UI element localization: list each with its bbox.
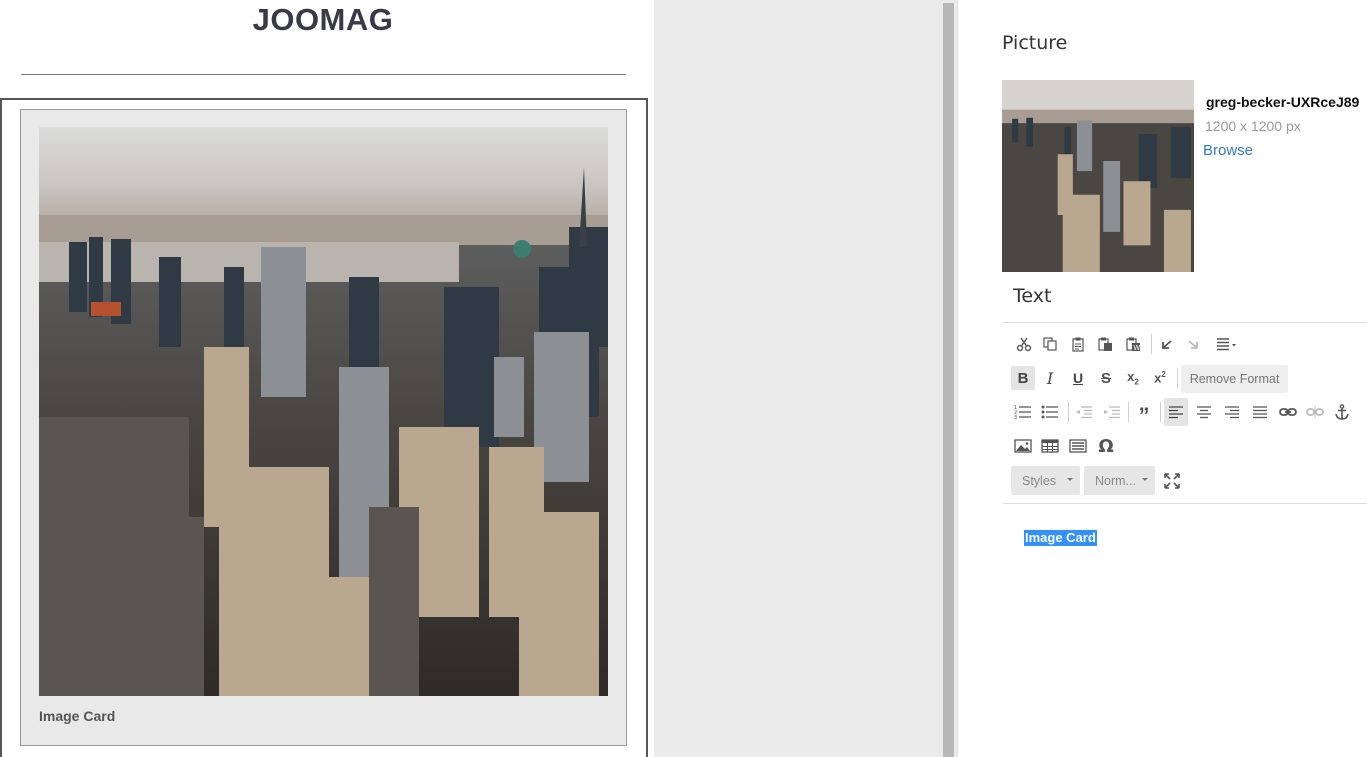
workspace-background [654, 0, 943, 757]
align-center-icon[interactable] [1192, 400, 1216, 424]
remove-format-button[interactable]: Remove Format [1181, 365, 1288, 393]
paste-word-icon[interactable]: W [1121, 332, 1145, 356]
bold-icon[interactable]: B [1011, 366, 1035, 390]
blockquote-icon[interactable]: ” [1132, 400, 1156, 427]
card-image[interactable] [39, 127, 608, 696]
anchor-icon[interactable] [1330, 400, 1354, 424]
redo-icon[interactable] [1182, 332, 1206, 356]
toolbar-separator [1068, 402, 1069, 422]
scrollbar-thumb[interactable] [943, 3, 954, 757]
align-menu-icon[interactable] [1212, 332, 1240, 356]
undo-icon[interactable] [1154, 332, 1178, 356]
paste-icon[interactable] [1066, 332, 1090, 356]
paste-text-icon[interactable] [1093, 332, 1117, 356]
editor-selected-text[interactable]: Image Card [1024, 530, 1097, 546]
italic-icon[interactable]: I [1038, 366, 1062, 390]
svg-text:W: W [1133, 344, 1140, 352]
bulleted-list-icon[interactable] [1038, 400, 1062, 424]
increase-indent-icon[interactable] [1100, 400, 1124, 424]
styles-dropdown[interactable]: Styles [1011, 466, 1080, 495]
link-icon[interactable] [1276, 400, 1300, 424]
browse-link[interactable]: Browse [1203, 142, 1253, 159]
superscript-icon[interactable]: x2 [1148, 366, 1172, 390]
toolbar-separator [1160, 402, 1161, 422]
unlink-icon[interactable] [1303, 400, 1327, 424]
toolbar-bottom-border [1003, 503, 1367, 504]
picture-file-name: greg-becker-UXRceJ89 [1206, 94, 1360, 110]
styles-dropdown-label: Styles [1022, 473, 1057, 488]
chevron-down-icon [1067, 478, 1073, 481]
subscript-icon[interactable]: x2 [1121, 366, 1145, 390]
special-character-icon[interactable]: Ω [1094, 434, 1118, 458]
numbered-list-icon[interactable]: 123 [1011, 400, 1035, 424]
toolbar-separator [1151, 334, 1152, 354]
card-caption[interactable]: Image Card [39, 708, 115, 724]
text-section-label: Text [1013, 285, 1052, 307]
copy-icon[interactable] [1038, 332, 1062, 356]
chevron-down-icon [1142, 478, 1148, 481]
toolbar-separator [1128, 402, 1129, 422]
table-icon[interactable] [1038, 434, 1062, 458]
picture-thumbnail[interactable] [1002, 80, 1194, 272]
picture-section-label: Picture [1002, 32, 1068, 54]
format-dropdown[interactable]: Norm... [1084, 466, 1155, 495]
underline-icon[interactable]: U [1066, 366, 1090, 390]
svg-text:3: 3 [1014, 415, 1017, 420]
justify-icon[interactable] [1248, 400, 1272, 424]
cut-icon[interactable] [1012, 332, 1036, 356]
brand-title: JOOMAG [252, 2, 394, 37]
decrease-indent-icon[interactable] [1072, 400, 1096, 424]
picture-dimensions: 1200 x 1200 px [1205, 118, 1301, 134]
align-left-icon[interactable] [1164, 398, 1188, 426]
format-dropdown-label: Norm... [1095, 473, 1136, 488]
strikethrough-icon[interactable]: S [1094, 366, 1118, 390]
toolbar-separator [1177, 368, 1178, 388]
horizontal-rule-icon[interactable] [1066, 434, 1090, 458]
align-right-icon[interactable] [1220, 400, 1244, 424]
maximize-icon[interactable] [1160, 469, 1184, 493]
image-icon[interactable] [1011, 434, 1035, 458]
header-divider [21, 74, 626, 75]
toolbar-top-border [1003, 322, 1367, 323]
